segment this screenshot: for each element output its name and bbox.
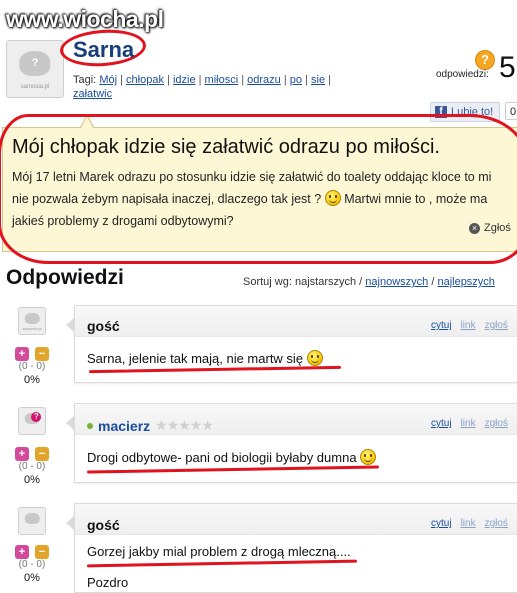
thumbs-down-icon[interactable]: −	[35, 447, 49, 461]
thumbs-down-icon[interactable]: −	[35, 545, 49, 559]
vote-score: (0 - 0)	[18, 361, 46, 372]
speech-bubble-icon	[24, 312, 40, 325]
highlight-underline	[86, 559, 358, 568]
report-label: Zgłoś	[484, 222, 511, 234]
tag-link[interactable]: odrazu	[247, 74, 281, 86]
tag-link[interactable]: chłopak	[126, 74, 164, 86]
vote-percent: 0%	[24, 374, 40, 386]
quote-link[interactable]: cytuj	[431, 418, 452, 429]
sort-label: Sortuj wg: najstarszych /	[243, 276, 363, 288]
answer-avatar[interactable]: ?	[18, 407, 46, 435]
answer-avatar[interactable]: samosia.pl	[18, 307, 46, 335]
asker-avatar[interactable]: ? samosia.pl	[6, 40, 64, 98]
like-count: 0	[505, 102, 517, 120]
vote-panel: + − (0 - 0) 0%	[8, 347, 56, 386]
highlight-underline	[86, 465, 380, 474]
answers-heading: Odpowiedzi	[6, 266, 124, 289]
answer-card: gość cytuj link zgłoś Gorzej jakby mial …	[74, 503, 517, 593]
report-link[interactable]: zgłoś	[485, 418, 508, 429]
answer-author: gość	[87, 517, 120, 533]
thumbs-down-icon[interactable]: −	[35, 347, 49, 361]
vote-score: (0 - 0)	[18, 461, 46, 472]
tags-list: Tagi: Mój | chłopak | idzie | miłosci | …	[73, 74, 331, 100]
smiley-icon	[324, 190, 341, 206]
answer-actions: cytuj link zgłoś	[431, 418, 508, 429]
rating-stars-icon: ★★★★★	[155, 417, 214, 433]
tag-link[interactable]: po	[290, 74, 302, 86]
tags-label: Tagi:	[73, 74, 97, 86]
answer-avatar[interactable]	[18, 507, 46, 535]
quote-link[interactable]: cytuj	[431, 320, 452, 331]
tag-link[interactable]: Mój	[99, 74, 117, 86]
vote-panel: + − (0 - 0) 0%	[8, 545, 56, 584]
online-status-icon	[87, 422, 93, 429]
permalink[interactable]: link	[461, 418, 476, 429]
vote-panel: + − (0 - 0) 0%	[8, 447, 56, 486]
highlight-underline	[88, 365, 342, 374]
question-title: Mój chłopak idzie się załatwić odrazu po…	[12, 136, 440, 158]
permalink[interactable]: link	[461, 320, 476, 331]
question-mark-icon: ?	[475, 50, 495, 70]
quote-link[interactable]: cytuj	[431, 518, 452, 529]
thumbs-up-icon[interactable]: +	[15, 347, 29, 361]
sort-best-link[interactable]: najlepszych	[437, 276, 494, 288]
winking-smiley-icon	[306, 350, 323, 366]
sort-newest-link[interactable]: najnowszych	[365, 276, 428, 288]
thumbs-up-icon[interactable]: +	[15, 545, 29, 559]
answer-author: gość	[87, 318, 120, 334]
question-body: Mój 17 letni Marek odrazu po stosunku id…	[12, 166, 502, 232]
report-link[interactable]: zgłoś	[485, 320, 508, 331]
answer-text: Sarna, jelenie tak mają, nie martw się	[87, 350, 323, 366]
permalink[interactable]: link	[461, 518, 476, 529]
tag-link[interactable]: sie	[311, 74, 325, 86]
answer-text-2: Pozdro	[87, 575, 129, 590]
speech-bubble-icon	[24, 512, 40, 525]
report-button[interactable]: × Zgłoś	[469, 222, 511, 234]
answer-actions: cytuj link zgłoś	[431, 518, 508, 529]
thumbs-up-icon[interactable]: +	[15, 447, 29, 461]
answer-author[interactable]: macierz	[98, 418, 150, 434]
answer-text: Drogi odbytowe- pani od biologii byłaby …	[87, 449, 377, 465]
answer-text: Gorzej jakby mial problem z drogą mleczn…	[87, 544, 351, 559]
question-author[interactable]: Sarna	[73, 37, 134, 63]
answer-card: macierz ★★★★★ cytuj link zgłoś Drogi odb…	[74, 403, 517, 483]
tag-link[interactable]: miłosci	[205, 74, 239, 86]
tag-link[interactable]: załatwic	[73, 88, 112, 100]
vote-score: (0 - 0)	[18, 559, 46, 570]
question-badge-icon: ?	[31, 411, 42, 422]
sort-options: Sortuj wg: najstarszych / najnowszych / …	[243, 276, 495, 288]
avatar-brand: samosia.pl	[20, 84, 50, 91]
close-icon: ×	[469, 222, 480, 234]
report-link[interactable]: zgłoś	[485, 518, 508, 529]
speech-bubble-icon: ?	[19, 51, 51, 76]
vote-percent: 0%	[24, 572, 40, 584]
answers-count: 5	[499, 51, 516, 84]
winking-smiley-icon	[360, 449, 377, 465]
answer-actions: cytuj link zgłoś	[431, 320, 508, 331]
tag-link[interactable]: idzie	[173, 74, 196, 86]
answer-card: gość cytuj link zgłoś Sarna, jelenie tak…	[74, 305, 517, 383]
answers-count-label: odpowiedzi:	[436, 69, 489, 80]
vote-percent: 0%	[24, 474, 40, 486]
site-watermark: www.wiocha.pl	[6, 6, 164, 32]
